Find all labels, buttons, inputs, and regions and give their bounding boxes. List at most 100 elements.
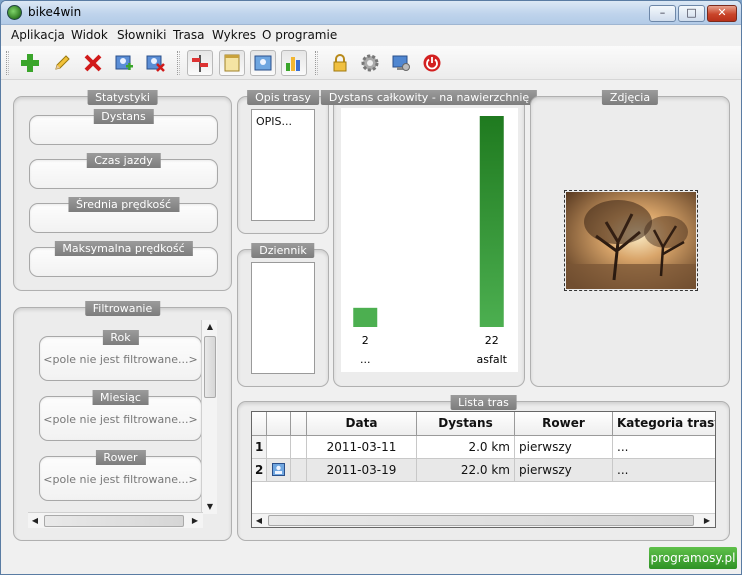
maksymalna-predkosc-label: Maksymalna prędkość [54, 241, 193, 256]
delete-button[interactable] [80, 50, 106, 76]
title-bar[interactable]: bike4win – □ ✕ [1, 1, 741, 25]
dystans-label: Dystans [93, 109, 154, 124]
menu-slowniki[interactable]: Słowniki [117, 28, 166, 42]
toolbar-grip[interactable] [315, 51, 318, 75]
maksymalna-predkosc-field: Maksymalna prędkość [29, 241, 218, 277]
blank-column-header[interactable] [291, 412, 307, 436]
scroll-left-arrow-icon[interactable]: ◀ [28, 514, 42, 528]
table-cell[interactable] [291, 436, 307, 459]
rok-value: <pole nie jest filtrowane...> [43, 353, 198, 366]
lista-tras-title: Lista tras [450, 395, 517, 410]
trees-photo-image [566, 192, 696, 289]
chart-category-label: asfalt [477, 353, 508, 366]
statystyki-title: Statystyki [87, 90, 158, 105]
filtrowanie-scroll-area[interactable]: Rok <pole nie jest filtrowane...> Miesią… [28, 320, 218, 513]
remove-user-button[interactable] [142, 50, 168, 76]
exit-button[interactable] [419, 50, 445, 76]
chart-view-toggle[interactable] [281, 50, 307, 76]
rower-filter-field[interactable]: Rower <pole nie jest filtrowane...> [39, 450, 202, 501]
chart-category-label: ... [360, 353, 371, 366]
window-title: bike4win [28, 5, 82, 19]
table-cell-data[interactable]: 2011-03-11 [307, 436, 417, 459]
maximize-button[interactable]: □ [678, 5, 705, 22]
miesiac-value: <pole nie jest filtrowane...> [43, 413, 198, 426]
rok-filter-field[interactable]: Rok <pole nie jest filtrowane...> [39, 330, 202, 381]
lock-button[interactable] [327, 50, 353, 76]
czas-jazdy-field: Czas jazdy [29, 153, 218, 189]
table-cell-dystans[interactable]: 22.0 km [417, 459, 515, 482]
route-view-toggle[interactable] [187, 50, 213, 76]
dystans-column-header[interactable]: Dystans [417, 412, 515, 436]
scroll-up-arrow-icon[interactable]: ▲ [203, 320, 217, 334]
settings-gear-icon [361, 54, 379, 72]
zdjecia-panel: Zdjęcia [530, 90, 730, 387]
opis-trasy-textarea[interactable]: OPIS... [251, 109, 315, 221]
scroll-right-arrow-icon[interactable]: ▶ [188, 514, 202, 528]
table-cell-dystans[interactable]: 2.0 km [417, 436, 515, 459]
add-user-button[interactable] [111, 50, 137, 76]
filter-scroll-thumb[interactable] [204, 336, 216, 398]
menu-widok[interactable]: Widok [71, 28, 108, 42]
menu-trasa[interactable]: Trasa [173, 28, 204, 42]
table-cell[interactable] [291, 459, 307, 482]
table-cell-photo[interactable] [267, 436, 291, 459]
table-cell-kategoria[interactable]: ... [613, 436, 715, 459]
lock-icon [333, 54, 347, 72]
table-cell-rower[interactable]: pierwszy [515, 436, 613, 459]
notes-icon [224, 54, 240, 72]
table-cell-kategoria[interactable]: ... [613, 459, 715, 482]
dziennik-textarea[interactable] [251, 262, 315, 374]
menu-bar: Aplikacja Widok Słowniki Trasa Wykres O … [1, 26, 741, 46]
menu-o-programie[interactable]: O programie [262, 28, 337, 42]
table-cell-data[interactable]: 2011-03-19 [307, 459, 417, 482]
dystans-field: Dystans [29, 109, 218, 145]
add-user-icon [115, 55, 133, 70]
edit-button[interactable] [49, 50, 75, 76]
watermark-badge: programosy.pl [649, 547, 737, 569]
kategoria-column-header[interactable]: Kategoria trasy [613, 412, 715, 436]
close-window-button[interactable]: ✕ [707, 5, 737, 22]
chart-icon [286, 57, 300, 71]
table-horizontal-scrollbar[interactable]: ◀ ▶ [252, 513, 715, 527]
network-button[interactable] [388, 50, 414, 76]
statystyki-panel: Statystyki Dystans Czas jazdy Średnia pr… [13, 90, 232, 291]
photo-frame[interactable] [564, 190, 698, 291]
miesiac-label: Miesiąc [92, 390, 149, 405]
chart-bar [479, 116, 504, 327]
toolbar-grip[interactable] [6, 51, 9, 75]
minimize-button[interactable]: – [649, 5, 676, 22]
notes-view-toggle[interactable] [219, 50, 245, 76]
row-number[interactable]: 1 [252, 436, 267, 459]
row-number[interactable]: 2 [252, 459, 267, 482]
rower-label: Rower [95, 450, 146, 465]
photo-view-toggle[interactable] [250, 50, 276, 76]
app-logo-icon [7, 5, 22, 20]
opis-trasy-title: Opis trasy [247, 90, 319, 105]
srednia-predkosc-label: Średnia prędkość [67, 197, 180, 212]
menu-wykres[interactable]: Wykres [212, 28, 256, 42]
network-icon [392, 55, 410, 71]
table-cell-photo[interactable] [267, 459, 291, 482]
add-button[interactable] [17, 50, 43, 76]
dziennik-panel: Dziennik [237, 243, 329, 387]
filter-hscroll-thumb[interactable] [44, 515, 184, 527]
scroll-down-arrow-icon[interactable]: ▼ [203, 500, 217, 514]
miesiac-filter-field[interactable]: Miesiąc <pole nie jest filtrowane...> [39, 390, 202, 441]
filtrowanie-panel: Filtrowanie Rok <pole nie jest filtrowan… [13, 301, 232, 541]
table-scroll-left-arrow-icon[interactable]: ◀ [252, 514, 266, 527]
menu-aplikacja[interactable]: Aplikacja [11, 28, 65, 42]
filter-vertical-scrollbar[interactable]: ▲ ▼ [201, 320, 217, 514]
table-cell-rower[interactable]: pierwszy [515, 459, 613, 482]
rower-column-header[interactable]: Rower [515, 412, 613, 436]
settings-button[interactable] [357, 50, 383, 76]
table-hscroll-thumb[interactable] [268, 515, 694, 526]
data-column-header[interactable]: Data [307, 412, 417, 436]
table-scroll-right-arrow-icon[interactable]: ▶ [700, 514, 714, 527]
photo-column-header[interactable] [267, 412, 291, 436]
filtrowanie-title: Filtrowanie [84, 301, 161, 316]
photo-icon [254, 55, 272, 71]
filter-horizontal-scrollbar[interactable]: ◀ ▶ [28, 512, 203, 528]
toolbar-grip[interactable] [177, 51, 180, 75]
delete-icon [84, 54, 102, 72]
opis-trasy-text: OPIS... [256, 115, 293, 128]
